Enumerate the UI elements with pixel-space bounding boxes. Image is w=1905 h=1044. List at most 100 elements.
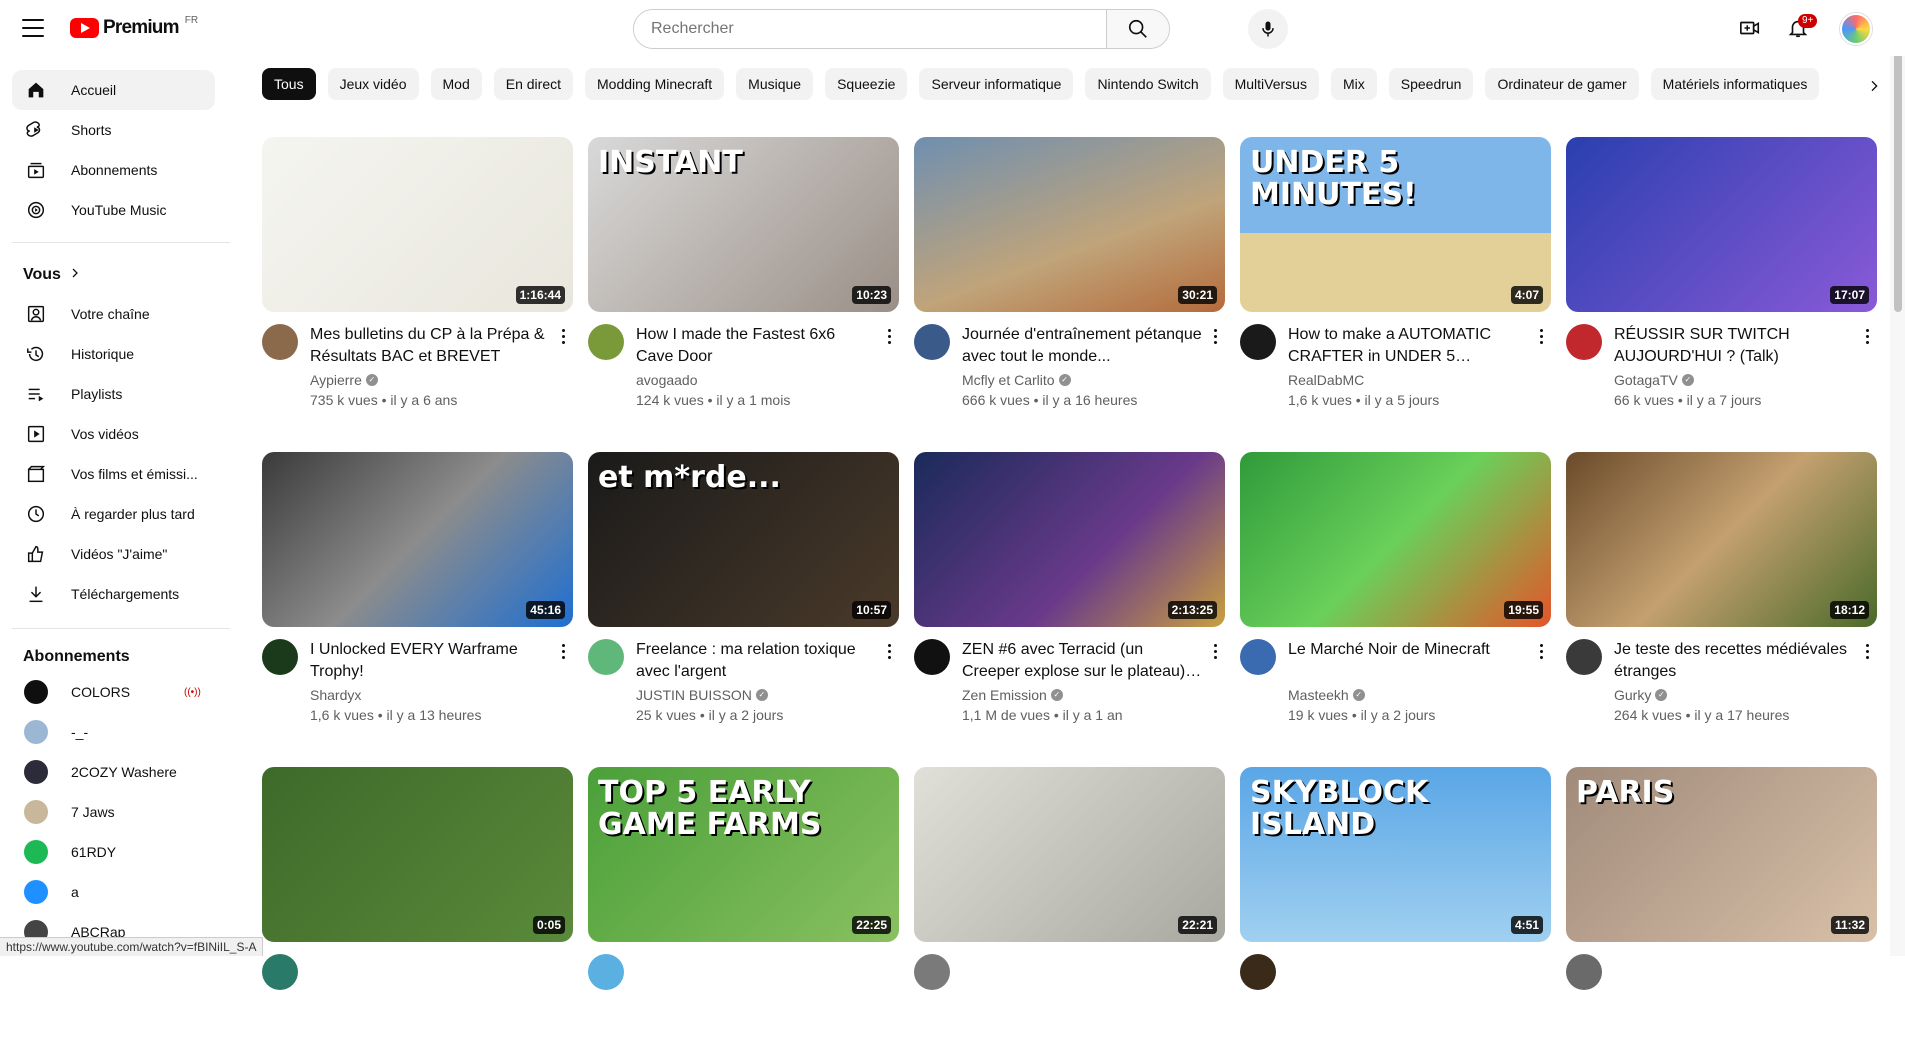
video-title[interactable]: Le Marché Noir de Minecraft <box>1288 639 1528 661</box>
search-button[interactable] <box>1106 10 1169 48</box>
chip-filter[interactable]: Tous <box>262 68 316 100</box>
notifications-button[interactable]: 9+ <box>1782 12 1818 44</box>
chip-filter[interactable]: En direct <box>493 68 573 100</box>
more-actions-icon[interactable] <box>879 639 899 663</box>
channel-avatar[interactable] <box>1566 639 1602 675</box>
video-thumbnail[interactable]: 0:05 <box>262 767 573 942</box>
more-actions-icon[interactable] <box>1531 639 1551 663</box>
chip-filter[interactable]: Mod <box>430 68 482 100</box>
sidebar-item-a-regarder-plus-tard[interactable]: À regarder plus tard <box>12 494 215 534</box>
chip-filter[interactable]: Mix <box>1330 68 1377 100</box>
sidebar-item-abonnements[interactable]: Abonnements <box>12 150 215 190</box>
scrollbar-thumb[interactable] <box>1894 12 1902 312</box>
channel-name-link[interactable]: JUSTIN BUISSON ✓ <box>636 687 768 703</box>
video-title[interactable]: ZEN #6 avec Terracid (un Creeper explose… <box>962 639 1202 683</box>
more-actions-icon[interactable] <box>879 324 899 348</box>
chip-filter[interactable]: Musique <box>736 68 814 100</box>
sidebar-item-historique[interactable]: Historique <box>12 334 215 374</box>
video-title[interactable]: Mes bulletins du CP à la Prépa & Résulta… <box>310 324 550 368</box>
sidebar-item-vos-vide-os[interactable]: Vos vidéos <box>12 414 215 454</box>
more-actions-icon[interactable] <box>553 324 573 348</box>
channel-name-link[interactable]: GotagaTV ✓ <box>1614 372 1694 388</box>
more-actions-icon[interactable] <box>1205 324 1225 348</box>
video-title[interactable]: Je teste des recettes médiévales étrange… <box>1614 639 1854 683</box>
video-thumbnail[interactable]: PARIS 11:32 <box>1566 767 1877 942</box>
sidebar-item-votre-chai-ne[interactable]: Votre chaîne <box>12 294 215 334</box>
chip-filter[interactable]: Matériels informatiques <box>1650 68 1820 100</box>
channel-name-link[interactable]: Zen Emission ✓ <box>962 687 1063 703</box>
channel-avatar[interactable] <box>914 324 950 360</box>
sidebar-item-vos-films-et-e-missi[interactable]: Vos films et émissi... <box>12 454 215 494</box>
video-thumbnail[interactable]: 17:07 <box>1566 137 1877 312</box>
channel-name-link[interactable]: Gurky ✓ <box>1614 687 1668 703</box>
channel-name-link[interactable]: Aypierre ✓ <box>310 372 378 388</box>
channel-avatar[interactable] <box>262 639 298 675</box>
video-thumbnail[interactable]: 45:16 <box>262 452 573 627</box>
chip-filter[interactable]: Ordinateur de gamer <box>1485 68 1639 100</box>
subscription-item[interactable]: 2COZY Washere <box>12 752 215 792</box>
chips-next-button[interactable] <box>1858 70 1890 102</box>
more-actions-icon[interactable] <box>1857 639 1877 663</box>
channel-name-link[interactable]: Shardyx <box>310 687 361 703</box>
channel-avatar[interactable] <box>588 324 624 360</box>
chip-filter[interactable]: Squeezie <box>825 68 908 100</box>
menu-icon[interactable] <box>22 19 44 37</box>
channel-avatar[interactable] <box>1240 954 1276 990</box>
you-section-heading[interactable]: Vous <box>23 266 81 284</box>
video-thumbnail[interactable]: 2:13:25 <box>914 452 1225 627</box>
channel-name-link[interactable]: avogaado <box>636 372 698 388</box>
more-actions-icon[interactable] <box>553 639 573 663</box>
video-thumbnail[interactable]: SKYBLOCK ISLAND 4:51 <box>1240 767 1551 942</box>
subscription-item[interactable]: COLORS ((•)) <box>12 672 215 712</box>
video-thumbnail[interactable]: UNDER 5 MINUTES! 4:07 <box>1240 137 1551 312</box>
voice-search-button[interactable] <box>1248 9 1288 49</box>
channel-avatar[interactable] <box>262 324 298 360</box>
subscription-item[interactable]: 7 Jaws <box>12 792 215 832</box>
subscription-item[interactable]: -_- <box>12 712 215 752</box>
channel-avatar[interactable] <box>262 954 298 990</box>
channel-avatar[interactable] <box>588 954 624 990</box>
channel-avatar[interactable] <box>914 639 950 675</box>
video-thumbnail[interactable]: 19:55 <box>1240 452 1551 627</box>
video-thumbnail[interactable]: 1:16:44 <box>262 137 573 312</box>
sidebar-item-te-le-chargements[interactable]: Téléchargements <box>12 574 215 614</box>
video-thumbnail[interactable]: 18:12 <box>1566 452 1877 627</box>
sidebar-item-accueil[interactable]: Accueil <box>12 70 215 110</box>
chip-filter[interactable]: Speedrun <box>1388 68 1474 100</box>
chip-filter[interactable]: Serveur informatique <box>919 68 1074 100</box>
video-title[interactable]: How I made the Fastest 6x6 Cave Door <box>636 324 876 368</box>
video-title[interactable]: RÉUSSIR SUR TWITCH AUJOURD'HUI ? (Talk) <box>1614 324 1854 368</box>
subscription-item[interactable]: a <box>12 872 215 912</box>
chip-filter[interactable]: Jeux vidéo <box>327 68 419 100</box>
sidebar-item-playlists[interactable]: Playlists <box>12 374 215 414</box>
channel-avatar[interactable] <box>1566 324 1602 360</box>
page-scrollbar[interactable] <box>1890 0 1905 956</box>
video-title[interactable]: I Unlocked EVERY Warframe Trophy! <box>310 639 550 683</box>
channel-name-link[interactable]: RealDabMC <box>1288 372 1364 388</box>
account-avatar[interactable] <box>1840 13 1872 45</box>
chip-filter[interactable]: Modding Minecraft <box>585 68 725 100</box>
subscription-item[interactable]: 61RDY <box>12 832 215 872</box>
channel-name-link[interactable]: Mcfly et Carlito ✓ <box>962 372 1071 388</box>
youtube-premium-logo[interactable]: Premium FR <box>70 15 198 39</box>
video-title[interactable]: Journée d'entraînement pétanque avec tou… <box>962 324 1202 368</box>
more-actions-icon[interactable] <box>1531 324 1551 348</box>
chip-filter[interactable]: MultiVersus <box>1222 68 1319 100</box>
chip-filter[interactable]: Nintendo Switch <box>1085 68 1211 100</box>
channel-avatar[interactable] <box>1240 639 1276 675</box>
more-actions-icon[interactable] <box>1205 639 1225 663</box>
video-title[interactable]: Freelance : ma relation toxique avec l'a… <box>636 639 876 683</box>
channel-avatar[interactable] <box>1240 324 1276 360</box>
sidebar-item-youtube-music[interactable]: YouTube Music <box>12 190 215 230</box>
sidebar-item-vide-os-j-aime[interactable]: Vidéos "J'aime" <box>12 534 215 574</box>
video-thumbnail[interactable]: 22:21 <box>914 767 1225 942</box>
search-input[interactable] <box>634 10 1106 48</box>
create-button[interactable] <box>1734 12 1766 44</box>
video-title[interactable]: How to make a AUTOMATIC CRAFTER in UNDER… <box>1288 324 1528 368</box>
video-thumbnail[interactable]: TOP 5 EARLY GAME FARMS 22:25 <box>588 767 899 942</box>
channel-avatar[interactable] <box>588 639 624 675</box>
video-thumbnail[interactable]: et m*rde... 10:57 <box>588 452 899 627</box>
more-actions-icon[interactable] <box>1857 324 1877 348</box>
channel-avatar[interactable] <box>1566 954 1602 990</box>
video-thumbnail[interactable]: 30:21 <box>914 137 1225 312</box>
